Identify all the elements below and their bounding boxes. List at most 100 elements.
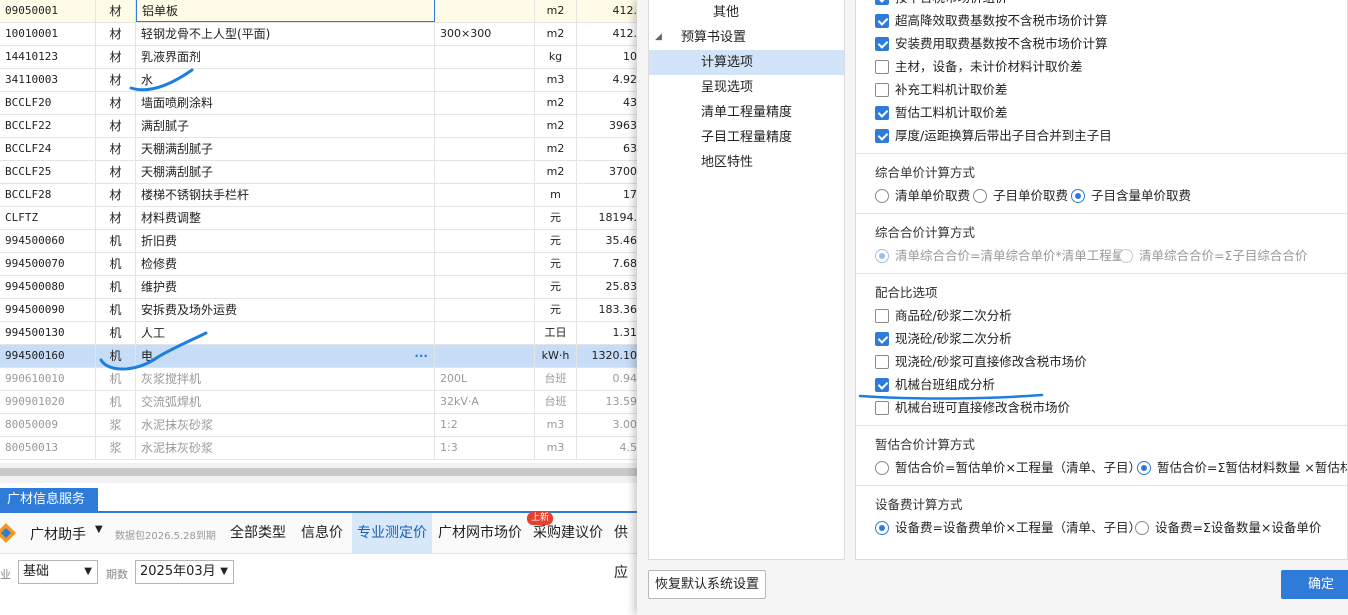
cell-type[interactable]: 机 bbox=[96, 253, 136, 275]
radio-circle[interactable] bbox=[1071, 189, 1085, 203]
checkbox-box[interactable] bbox=[875, 60, 889, 74]
cell-name[interactable]: 轻钢龙骨不上人型(平面) bbox=[136, 23, 435, 45]
cell-name[interactable]: 维护费 bbox=[136, 276, 435, 298]
cell-name[interactable]: 天棚满刮腻子 bbox=[136, 161, 435, 183]
cell-type[interactable]: 机 bbox=[96, 299, 136, 321]
checkbox-box[interactable] bbox=[875, 355, 889, 369]
cell-code[interactable]: 990610010 bbox=[0, 368, 96, 390]
radio-circle[interactable] bbox=[1135, 521, 1149, 535]
tree-item-budget-settings[interactable]: ◢ 预算书设置 bbox=[649, 25, 844, 50]
info-service-tab[interactable]: 广材信息服务 bbox=[0, 488, 98, 512]
table-row[interactable]: BCCLF24 材天棚满刮腻子 m2 63 bbox=[0, 138, 640, 161]
cell-qty[interactable]: 25.83 bbox=[577, 276, 640, 298]
tree-item-sub-precision[interactable]: 子目工程量精度 bbox=[649, 125, 844, 150]
cell-code[interactable]: 994500090 bbox=[0, 299, 96, 321]
period-select[interactable]: 2025年03月 ▼ bbox=[135, 560, 234, 584]
cell-name[interactable]: 材料费调整 bbox=[136, 207, 435, 229]
reset-defaults-button[interactable]: 恢复默认系统设置 bbox=[648, 570, 766, 599]
cell-name[interactable]: 满刮腻子 bbox=[136, 115, 435, 137]
cell-spec[interactable] bbox=[435, 345, 535, 367]
cell-spec[interactable] bbox=[435, 253, 535, 275]
tree-item-list-precision[interactable]: 清单工程量精度 bbox=[649, 100, 844, 125]
table-row[interactable]: 994500160 机电 ··· kW·h 1320.10 bbox=[0, 345, 640, 368]
cell-type[interactable]: 材 bbox=[96, 92, 136, 114]
horizontal-splitter[interactable] bbox=[0, 463, 640, 483]
table-row[interactable]: 34110003 材水 m3 4.92 bbox=[0, 69, 640, 92]
cell-spec[interactable] bbox=[435, 161, 535, 183]
cell-qty[interactable]: 4.5 bbox=[577, 437, 640, 459]
checkbox-box[interactable] bbox=[875, 14, 889, 28]
cell-type[interactable]: 机 bbox=[96, 368, 136, 390]
cell-code[interactable]: 994500060 bbox=[0, 230, 96, 252]
cell-code[interactable]: 34110003 bbox=[0, 69, 96, 91]
cell-spec[interactable] bbox=[435, 0, 535, 22]
cell-unit[interactable]: 元 bbox=[535, 207, 577, 229]
tree-item-region[interactable]: 地区特性 bbox=[649, 150, 844, 175]
cell-spec[interactable] bbox=[435, 115, 535, 137]
cell-type[interactable]: 机 bbox=[96, 391, 136, 413]
tab-all-types[interactable]: 全部类型 bbox=[225, 513, 291, 553]
checkbox-box[interactable] bbox=[875, 106, 889, 120]
cell-qty[interactable]: 13.59 bbox=[577, 391, 640, 413]
cell-unit[interactable]: 元 bbox=[535, 299, 577, 321]
cell-unit[interactable]: 元 bbox=[535, 253, 577, 275]
cell-code[interactable]: BCCLF24 bbox=[0, 138, 96, 160]
cell-name[interactable]: 水 bbox=[136, 69, 435, 91]
cell-unit[interactable]: m bbox=[535, 184, 577, 206]
cell-code[interactable]: 14410123 bbox=[0, 46, 96, 68]
table-row[interactable]: 80050009 浆水泥抹灰砂浆 1:2 m3 3.00 bbox=[0, 414, 640, 437]
cell-type[interactable]: 浆 bbox=[96, 437, 136, 459]
cell-qty[interactable]: 0.94 bbox=[577, 368, 640, 390]
cell-qty[interactable]: 63 bbox=[577, 138, 640, 160]
cell-name[interactable]: 检修费 bbox=[136, 253, 435, 275]
radio-circle[interactable] bbox=[1137, 461, 1151, 475]
table-row[interactable]: BCCLF20 材墙面喷刷涂料 m2 43 bbox=[0, 92, 640, 115]
cell-code[interactable]: BCCLF22 bbox=[0, 115, 96, 137]
cell-spec[interactable]: 1:2 bbox=[435, 414, 535, 436]
table-row[interactable]: 994500070 机检修费 元 7.68 bbox=[0, 253, 640, 276]
cell-code[interactable]: BCCLF25 bbox=[0, 161, 96, 183]
table-row[interactable]: BCCLF25 材天棚满刮腻子 m2 3700 bbox=[0, 161, 640, 184]
checkbox-box[interactable] bbox=[875, 378, 889, 392]
tab-supply[interactable]: 供应 bbox=[609, 513, 640, 581]
cell-name[interactable]: 水泥抹灰砂浆 bbox=[136, 414, 435, 436]
cell-code[interactable]: 80050009 bbox=[0, 414, 96, 436]
tab-info-price[interactable]: 信息价 bbox=[296, 513, 348, 553]
table-row[interactable]: CLFTZ 材材料费调整 元 18194. bbox=[0, 207, 640, 230]
cell-qty[interactable]: 183.36 bbox=[577, 299, 640, 321]
cell-code[interactable]: 990901020 bbox=[0, 391, 96, 413]
cell-qty[interactable]: 1.31 bbox=[577, 322, 640, 344]
cell-code[interactable]: 09050001 bbox=[0, 0, 96, 22]
checkbox-box[interactable] bbox=[875, 0, 889, 5]
cell-name[interactable]: 灰浆搅拌机 bbox=[136, 368, 435, 390]
cell-type[interactable]: 机 bbox=[96, 276, 136, 298]
cell-spec[interactable] bbox=[435, 299, 535, 321]
cell-spec[interactable] bbox=[435, 184, 535, 206]
cell-code[interactable]: BCCLF20 bbox=[0, 92, 96, 114]
radio-circle[interactable] bbox=[875, 189, 889, 203]
radio-circle[interactable] bbox=[875, 521, 889, 535]
more-icon[interactable]: ··· bbox=[414, 345, 428, 367]
cell-qty[interactable]: 3.00 bbox=[577, 414, 640, 436]
table-row[interactable]: BCCLF22 材满刮腻子 m2 3963 bbox=[0, 115, 640, 138]
cell-type[interactable]: 材 bbox=[96, 115, 136, 137]
cell-unit[interactable]: m3 bbox=[535, 414, 577, 436]
cell-name[interactable]: 天棚满刮腻子 bbox=[136, 138, 435, 160]
cell-name[interactable]: 乳液界面剂 bbox=[136, 46, 435, 68]
cell-type[interactable]: 材 bbox=[96, 0, 136, 22]
radio-circle[interactable] bbox=[875, 249, 889, 263]
cell-spec[interactable]: 300×300 bbox=[435, 23, 535, 45]
cell-code[interactable]: 994500080 bbox=[0, 276, 96, 298]
tab-professional-price[interactable]: 专业测定价 bbox=[352, 513, 432, 553]
cell-spec[interactable] bbox=[435, 276, 535, 298]
cell-name[interactable]: 安拆费及场外运费 bbox=[136, 299, 435, 321]
scrollbar[interactable] bbox=[0, 468, 640, 476]
checkbox-box[interactable] bbox=[875, 309, 889, 323]
cell-qty[interactable]: 10 bbox=[577, 46, 640, 68]
table-row[interactable]: 09050001 材铝单板 m2 412. bbox=[0, 0, 640, 23]
cell-qty[interactable]: 43 bbox=[577, 92, 640, 114]
cell-unit[interactable]: kW·h bbox=[535, 345, 577, 367]
helper-dropdown[interactable]: 广材助手 bbox=[30, 524, 86, 544]
cell-unit[interactable]: m2 bbox=[535, 138, 577, 160]
cell-unit[interactable]: m3 bbox=[535, 69, 577, 91]
